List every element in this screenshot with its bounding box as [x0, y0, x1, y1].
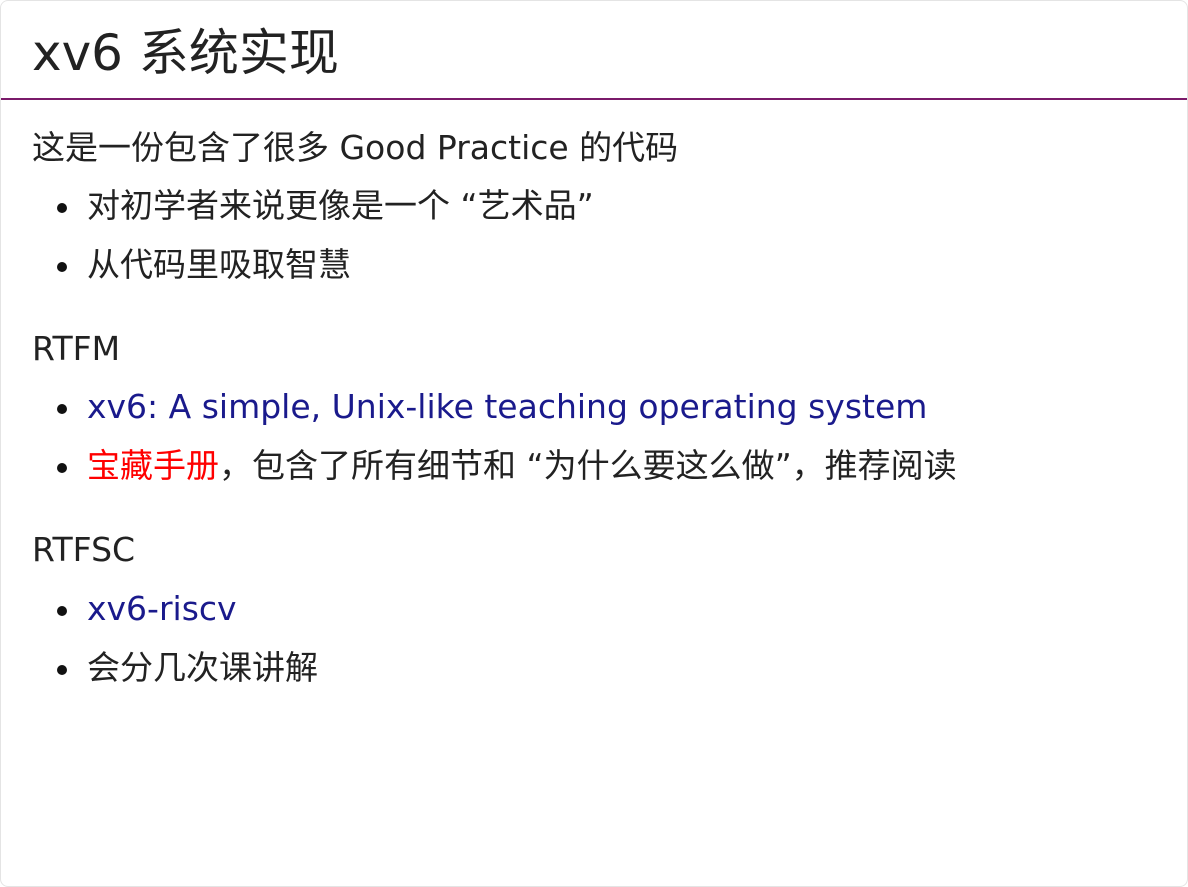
rtfsc-list: xv6-riscv 会分几次课讲解	[32, 586, 1152, 704]
intro-list: 对初学者来说更像是一个 “艺术品” 从代码里吸取智慧	[32, 183, 1152, 301]
list-item-text: 会分几次课讲解	[87, 647, 318, 687]
xv6-book-link[interactable]: xv6: A simple, Unix-like teaching operat…	[87, 387, 927, 426]
slide-title: xv6 系统实现	[32, 24, 339, 82]
bullet-icon	[57, 664, 67, 675]
list-item: 从代码里吸取智慧	[32, 242, 1152, 301]
list-item: xv6: A simple, Unix-like teaching operat…	[32, 384, 1152, 443]
treasure-manual-link[interactable]: 宝藏手册	[87, 446, 219, 485]
list-item: 对初学者来说更像是一个 “艺术品”	[32, 183, 1152, 242]
rtfm-list: xv6: A simple, Unix-like teaching operat…	[32, 384, 1152, 502]
slide-content: 这是一份包含了很多 Good Practice 的代码 对初学者来说更像是一个 …	[32, 125, 1152, 704]
rtfsc-heading: RTFSC	[32, 530, 136, 570]
list-item-text: 从代码里吸取智慧	[87, 245, 351, 285]
bullet-icon	[57, 262, 67, 273]
bullet-icon	[57, 463, 67, 474]
list-item: xv6-riscv	[32, 586, 1152, 645]
list-item: 会分几次课讲解	[32, 645, 1152, 704]
bullet-icon	[57, 203, 67, 214]
xv6-riscv-link[interactable]: xv6-riscv	[87, 589, 237, 628]
list-item-text: 对初学者来说更像是一个 “艺术品”	[87, 186, 594, 226]
bullet-icon	[57, 605, 67, 616]
list-item-text: ，包含了所有细节和 “为什么要这么做”，推荐阅读	[219, 446, 957, 486]
slide: xv6 系统实现 这是一份包含了很多 Good Practice 的代码 对初学…	[0, 0, 1188, 887]
slide-header: xv6 系统实现	[1, 1, 1187, 100]
rtfm-heading: RTFM	[32, 329, 121, 369]
bullet-icon	[57, 404, 67, 415]
list-item: 宝藏手册，包含了所有细节和 “为什么要这么做”，推荐阅读	[32, 443, 1152, 502]
intro-paragraph: 这是一份包含了很多 Good Practice 的代码	[32, 128, 679, 167]
